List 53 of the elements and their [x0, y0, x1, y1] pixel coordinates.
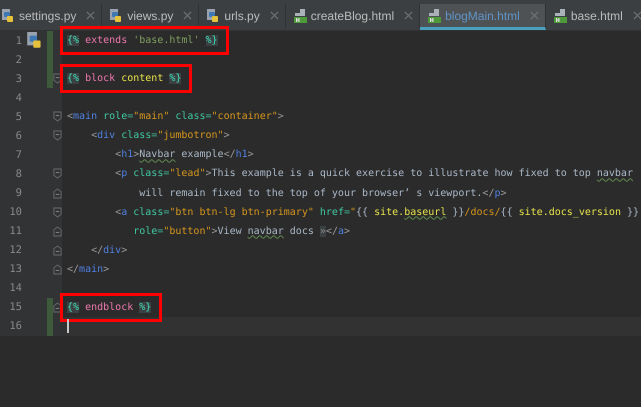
code-line: <a class="btn btn-lg btn-primary" href="{{ site.baseurl }}/docs/{{ site.docs_version }} — [114, 206, 640, 220]
fold-icon[interactable] — [53, 244, 62, 256]
close-icon[interactable] — [632, 11, 641, 20]
code-line: </div> — [90, 244, 128, 258]
close-icon[interactable] — [270, 11, 279, 20]
code-line: <p class="lead">This example is a quick exercise to illustrate how fixed to top navbar — [114, 167, 633, 182]
line-number: 14 — [8, 282, 22, 294]
close-icon[interactable] — [86, 11, 96, 20]
line-number: 11 — [8, 225, 22, 238]
line-number: 15 — [8, 301, 22, 314]
line-number: 10 — [8, 206, 22, 218]
code-line: {% endblock %} — [67, 300, 152, 315]
line-number: 8 — [14, 168, 22, 180]
fold-icon[interactable] — [53, 188, 62, 199]
code-line: <h1>Navbar example</h1> — [114, 148, 254, 162]
line-number: 5 — [14, 110, 22, 123]
close-icon[interactable] — [404, 11, 414, 20]
close-icon[interactable] — [183, 11, 192, 20]
editor-tab[interactable]: base.html — [546, 4, 641, 30]
python-file-icon — [109, 8, 124, 22]
fold-icon[interactable] — [53, 264, 62, 275]
line-number: 13 — [8, 263, 22, 276]
code-line: role="button">View navbar docs »</a> — [132, 224, 350, 239]
html-file-icon — [292, 8, 307, 22]
line-number: 6 — [14, 130, 22, 142]
line-number: 16 — [8, 320, 22, 332]
python-file-icon — [1, 8, 15, 22]
fold-icon[interactable] — [53, 130, 62, 142]
fold-icon[interactable] — [53, 111, 62, 122]
editor-tab[interactable]: views.py — [102, 4, 200, 30]
python-file-icon — [206, 8, 220, 22]
line-number: 7 — [14, 148, 22, 161]
code-line: <main role="main" class="container"> — [67, 110, 284, 124]
line-number: 2 — [14, 54, 22, 66]
line-number: 9 — [14, 187, 22, 200]
fold-icon[interactable] — [53, 226, 62, 237]
html-file-icon — [427, 8, 442, 22]
code-line: <div class="jumbotron"> — [90, 129, 230, 144]
line-number: 4 — [14, 92, 22, 104]
html-file-icon — [552, 8, 567, 22]
editor-tab[interactable]: settings.py — [0, 4, 102, 30]
code-line: {% extends 'base.html' %} — [67, 34, 218, 48]
code-line: {% block content %} — [67, 72, 182, 86]
line-number: 12 — [8, 244, 22, 256]
line-number: 3 — [14, 72, 22, 85]
python-icon — [26, 32, 43, 50]
fold-icon[interactable] — [53, 168, 62, 180]
editor-tab[interactable]: urls.py — [199, 4, 286, 30]
line-number: 1 — [14, 34, 22, 47]
close-icon[interactable] — [530, 11, 539, 20]
code-line: will remain fixed to the top of your browser’ s viewport.</p> — [138, 186, 507, 201]
fold-icon[interactable] — [53, 206, 62, 218]
code-line: </main> — [67, 262, 110, 277]
